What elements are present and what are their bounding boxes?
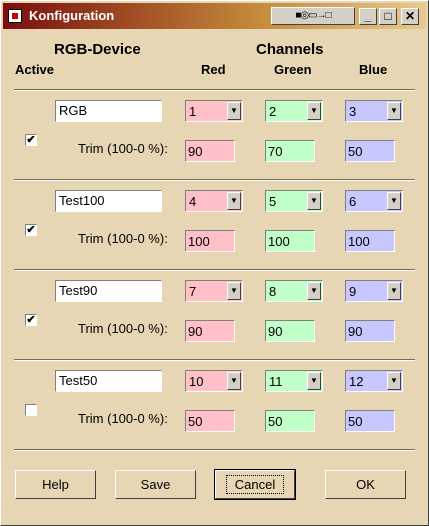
trim-blue-field[interactable]: 50 [345,140,395,162]
red-channel-value: 4 [189,194,197,209]
blue-channel-value: 12 [349,374,364,389]
red-channel-select[interactable]: 10 ▼ [185,370,243,392]
trim-blue-field[interactable]: 90 [345,320,395,342]
active-checkbox[interactable] [25,404,37,416]
separator [14,269,415,271]
save-button[interactable]: Save [115,470,196,499]
window-title: Konfiguration [29,8,115,23]
green-header: Green [274,62,312,77]
trim-blue-field[interactable]: 100 [345,230,395,252]
trim-red-field[interactable]: 90 [185,140,235,162]
trim-red-field[interactable]: 50 [185,410,235,432]
active-checkbox[interactable]: ✔ [25,224,37,236]
trim-label: Trim (100-0 %): [78,321,168,336]
cancel-button-label: Cancel [225,475,285,494]
blue-channel-value: 9 [349,284,357,299]
red-channel-select[interactable]: 4 ▼ [185,190,243,212]
device-name-field[interactable]: Test100 [55,190,162,212]
trim-blue-field[interactable]: 50 [345,410,395,432]
active-checkbox[interactable]: ✔ [25,314,37,326]
separator [14,359,415,361]
red-header: Red [201,62,226,77]
app-icon [8,9,22,23]
ok-button[interactable]: OK [325,470,406,499]
chevron-down-icon[interactable]: ▼ [387,102,401,120]
green-channel-value: 8 [269,284,277,299]
green-channel-value: 2 [269,104,277,119]
red-channel-select[interactable]: 7 ▼ [185,280,243,302]
trim-label: Trim (100-0 %): [78,411,168,426]
chevron-down-icon[interactable]: ▼ [307,282,321,300]
close-button[interactable]: ✕ [401,8,419,25]
green-channel-select[interactable]: 11 ▼ [265,370,323,392]
maximize-button[interactable]: □ [379,8,397,25]
green-channel-value: 11 [269,374,283,389]
blue-channel-select[interactable]: 9 ▼ [345,280,403,302]
trim-label: Trim (100-0 %): [78,141,168,156]
chevron-down-icon[interactable]: ▼ [307,102,321,120]
blue-channel-value: 6 [349,194,357,209]
blue-channel-select[interactable]: 3 ▼ [345,100,403,122]
red-channel-value: 1 [189,104,197,119]
separator [14,449,415,451]
toolbar-icons[interactable]: ■◎▭→□ [271,7,355,25]
trim-red-field[interactable]: 90 [185,320,235,342]
chevron-down-icon[interactable]: ▼ [227,282,241,300]
green-channel-select[interactable]: 2 ▼ [265,100,323,122]
trim-label: Trim (100-0 %): [78,231,168,246]
trim-red-field[interactable]: 100 [185,230,235,252]
chevron-down-icon[interactable]: ▼ [227,372,241,390]
blue-channel-select[interactable]: 12 ▼ [345,370,403,392]
green-channel-select[interactable]: 5 ▼ [265,190,323,212]
trim-green-field[interactable]: 50 [265,410,315,432]
rgb-device-header: RGB-Device [54,41,141,58]
red-channel-select[interactable]: 1 ▼ [185,100,243,122]
separator [14,89,415,91]
config-window: Konfiguration ■◎▭→□ _ □ ✕ RGB-Device Act… [0,0,429,526]
trim-green-field[interactable]: 100 [265,230,315,252]
chevron-down-icon[interactable]: ▼ [307,192,321,210]
device-name-field[interactable]: Test90 [55,280,162,302]
chevron-down-icon[interactable]: ▼ [387,372,401,390]
red-channel-value: 7 [189,284,197,299]
chevron-down-icon[interactable]: ▼ [227,102,241,120]
help-button[interactable]: Help [15,470,96,499]
chevron-down-icon[interactable]: ▼ [387,192,401,210]
chevron-down-icon[interactable]: ▼ [227,192,241,210]
device-name-field[interactable]: RGB [55,100,162,122]
channels-header: Channels [256,41,324,58]
separator [14,179,415,181]
blue-channel-select[interactable]: 6 ▼ [345,190,403,212]
active-header: Active [15,62,55,77]
minimize-button[interactable]: _ [359,8,377,25]
red-channel-value: 10 [189,374,204,389]
green-channel-value: 5 [269,194,277,209]
blue-channel-value: 3 [349,104,357,119]
green-channel-select[interactable]: 8 ▼ [265,280,323,302]
trim-green-field[interactable]: 90 [265,320,315,342]
chevron-down-icon[interactable]: ▼ [387,282,401,300]
blue-header: Blue [359,62,388,77]
device-name-field[interactable]: Test50 [55,370,162,392]
active-checkbox[interactable]: ✔ [25,134,37,146]
chevron-down-icon[interactable]: ▼ [307,372,321,390]
title-bar[interactable]: Konfiguration ■◎▭→□ _ □ ✕ [3,3,426,29]
cancel-button[interactable]: Cancel [214,469,296,500]
trim-green-field[interactable]: 70 [265,140,315,162]
